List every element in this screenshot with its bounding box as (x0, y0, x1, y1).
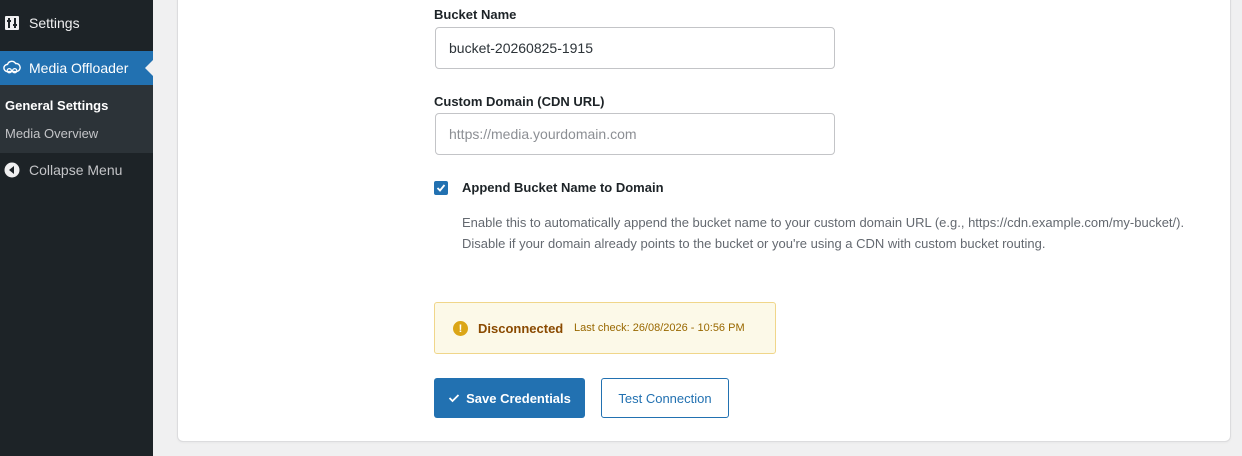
sidebar-item-label: Collapse Menu (29, 162, 123, 178)
settings-icon (3, 14, 21, 32)
append-bucket-help-2: Disable if your domain already points to… (462, 236, 1046, 251)
check-icon (448, 394, 460, 403)
append-bucket-checkbox[interactable] (434, 181, 448, 195)
warning-icon: ! (453, 321, 468, 336)
save-credentials-label: Save Credentials (466, 390, 571, 406)
sidebar-submenu: General Settings Media Overview (0, 85, 153, 153)
test-connection-label: Test Connection (618, 390, 712, 406)
bucket-name-label: Bucket Name (434, 7, 517, 22)
last-check-text: Last check: 26/08/2026 - 10:56 PM (574, 322, 745, 334)
connection-status-notice: ! Disconnected Last check: 26/08/2026 - … (434, 302, 776, 354)
sidebar-item-label: Media Offloader (29, 60, 129, 76)
submenu-item-media-overview[interactable]: Media Overview (5, 126, 98, 141)
test-connection-button[interactable]: Test Connection (601, 378, 729, 418)
custom-domain-label: Custom Domain (CDN URL) (434, 94, 605, 109)
admin-sidebar: Settings Media Offloader General Setting… (0, 0, 153, 456)
save-credentials-button[interactable]: Save Credentials (434, 378, 585, 418)
collapse-menu-button[interactable]: Collapse Menu (0, 153, 153, 187)
append-bucket-label[interactable]: Append Bucket Name to Domain (462, 180, 664, 195)
append-bucket-help-1: Enable this to automatically append the … (462, 215, 1185, 230)
sidebar-item-label: Settings (29, 15, 80, 31)
custom-domain-input[interactable] (435, 113, 835, 155)
sidebar-item-media-offloader[interactable]: Media Offloader (0, 51, 153, 85)
bucket-name-input[interactable] (435, 27, 835, 69)
submenu-item-general-settings[interactable]: General Settings (5, 98, 108, 113)
collapse-icon (3, 161, 21, 179)
cloud-icon (3, 59, 21, 77)
sidebar-item-settings[interactable]: Settings (0, 6, 153, 40)
checkmark-icon (436, 184, 446, 192)
status-text: Disconnected (478, 321, 564, 336)
